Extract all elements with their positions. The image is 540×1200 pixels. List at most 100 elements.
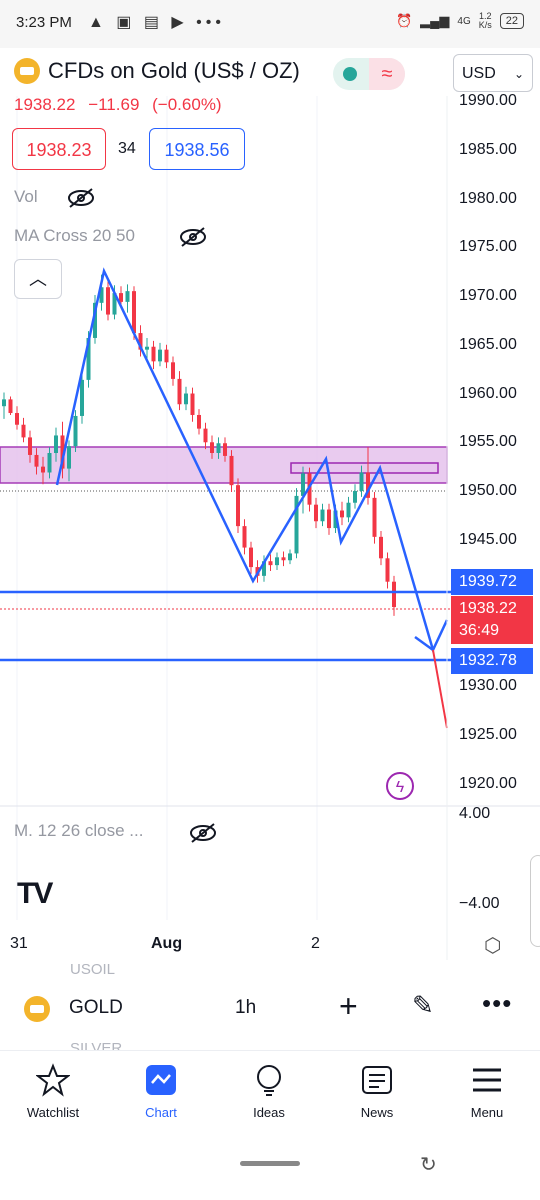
candle-body [67,446,71,469]
nav-label: Menu [470,1105,504,1120]
price-change-pct: (−0.60%) [152,95,222,114]
lightbulb-icon [257,1065,281,1096]
candle-body [132,291,136,334]
flash-icon[interactable]: ϟ [386,772,414,800]
osc-axis-top: 4.00 [459,805,491,822]
symbol-button[interactable]: GOLD [69,997,123,1019]
price-change-line: 1938.22 −11.69 (−0.60%) [14,95,230,115]
candle-body [236,485,240,527]
ma-cross-indicator-label[interactable]: MA Cross 20 50 [14,226,135,246]
candle-body [28,437,32,455]
gold-logo-icon[interactable] [24,996,50,1022]
buy-button[interactable]: 1938.56 [149,128,245,170]
price-axis-label: 1970.00 [459,287,517,304]
price-axis-label: 1990.00 [459,92,517,109]
candle-body [281,557,286,561]
candle-body [184,393,188,405]
bar-countdown: 36:49 [459,622,500,639]
time-label-2: 2 [311,935,320,952]
vol-indicator-label[interactable]: Vol [14,187,38,207]
candle-body [203,428,208,443]
add-indicator-icon[interactable]: + [339,988,358,1025]
candle-body [15,413,19,425]
candle-body [288,553,292,561]
candle-body [210,442,214,453]
candle-body [229,455,234,486]
sell-button[interactable]: 1938.23 [12,128,106,170]
macd-indicator-label[interactable]: M. 12 26 close ... [14,821,143,841]
nav-chart[interactable]: Chart [116,1051,206,1120]
projection-arrow [432,649,448,729]
nav-news[interactable]: News [332,1051,422,1120]
nav-ideas[interactable]: Ideas [224,1051,314,1120]
candle-body [379,536,383,559]
interval-button[interactable]: 1h [235,997,256,1019]
candle-body [47,453,52,473]
time-label-31: 31 [10,935,28,952]
candle-body [164,349,169,363]
upper-level-price-tag: 1939.72 [451,569,533,595]
candle-body [385,558,390,582]
nav-watchlist[interactable]: Watchlist [8,1051,98,1120]
gold-logo-icon [14,58,40,84]
candle-body [190,393,195,415]
price-axis-label: 1945.00 [459,530,517,548]
candle-body [268,561,273,566]
candle-body [242,526,247,548]
drawing-tool-icon[interactable]: ✎ [412,990,434,1021]
candle-body [327,509,331,529]
eye-hidden-icon[interactable] [178,226,208,248]
candle-body [372,497,377,537]
osc-axis-bottom: −4.00 [459,895,500,912]
candle-body [346,502,351,518]
price-axis-label: 1965.00 [459,335,517,353]
candle-body [145,346,149,350]
candle-body [353,491,357,503]
current-price-tag: 1938.22 36:49 [451,596,533,644]
eye-hidden-icon[interactable] [66,187,96,209]
nav-label: Chart [145,1105,177,1120]
currency-select[interactable]: USD ⌄ [453,54,533,92]
price-axis-label: 1950.00 [459,482,517,499]
chevron-up-icon: ︿ [29,269,47,289]
price-axis-label: 1955.00 [459,433,517,451]
candle-body [275,557,279,566]
candle-body [340,510,344,518]
gear-icon[interactable]: ⬡ [484,933,501,958]
candle-body [151,346,156,362]
price-axis-label: 1980.00 [459,189,517,207]
chevron-down-icon: ⌄ [513,67,524,81]
gesture-bar[interactable] [240,1161,300,1166]
price-axis-label: 1975.00 [459,238,517,256]
menu-icon [473,1068,501,1092]
news-icon [362,1066,392,1094]
ghost-symbol-above: USOIL [70,961,116,978]
candle-body [320,509,325,522]
price-change: −11.69 [88,95,140,114]
tradingview-logo: TV [17,877,53,910]
candle-body [197,414,201,429]
candle-body [223,443,227,456]
symbol-title[interactable]: CFDs on Gold (US$ / OZ) [48,58,300,84]
candle-body [8,399,13,414]
time-label-aug: Aug [151,935,183,952]
candle-body [73,415,78,447]
collapse-legend-button[interactable]: ︿ [14,259,62,299]
candle-body [171,362,175,379]
star-icon [36,1063,70,1097]
nav-label: Ideas [253,1105,285,1120]
currency-value: USD [462,65,496,82]
market-open-icon [343,67,357,81]
symbol-header[interactable]: CFDs on Gold (US$ / OZ) [14,58,300,84]
candle-body [177,378,182,405]
eye-hidden-icon[interactable] [188,822,218,844]
market-status-pill[interactable]: ≈ [333,58,405,90]
side-panel-handle[interactable] [530,855,540,947]
nav-menu[interactable]: Menu [442,1051,532,1120]
candle-body [34,454,39,467]
candles [2,274,396,616]
rotate-icon[interactable]: ↻ [420,1152,437,1177]
candle-body [301,473,305,496]
more-icon[interactable]: ••• [482,988,512,1019]
nav-label: Watchlist [26,1105,80,1120]
